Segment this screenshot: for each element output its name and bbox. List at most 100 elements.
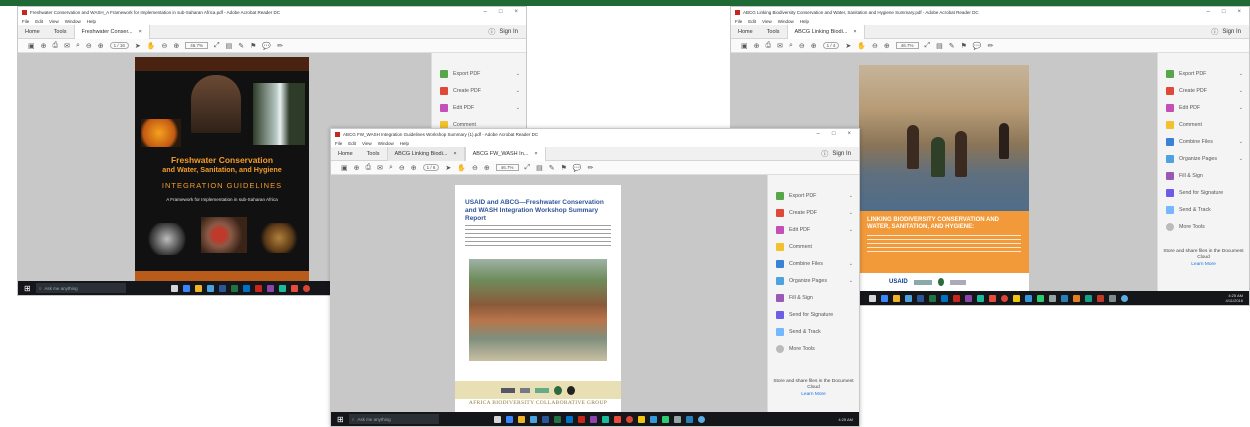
comment-icon[interactable]: 💬 <box>973 42 982 50</box>
outlook-icon[interactable] <box>940 294 948 302</box>
taskbar-search-box[interactable]: ○ Ask me anything <box>348 414 439 424</box>
app-icon[interactable] <box>613 415 621 423</box>
email-icon[interactable]: ✉ <box>377 164 383 172</box>
pane-send-track[interactable]: Send & Track <box>768 323 859 340</box>
stamp-icon[interactable]: ⚑ <box>961 42 967 50</box>
tab-tools[interactable]: Tools <box>47 25 74 39</box>
stamp-icon[interactable]: ⚑ <box>561 164 567 172</box>
pane-fill-sign[interactable]: Fill & Sign <box>1158 167 1249 184</box>
learn-more-link[interactable]: Learn More <box>768 392 859 398</box>
hand-tool-icon[interactable]: ✋ <box>857 42 866 50</box>
excel-icon[interactable] <box>928 294 936 302</box>
app-icon[interactable] <box>1084 294 1092 302</box>
pane-create-pdf[interactable]: Create PDF ⌄ <box>432 82 526 99</box>
page-number-field[interactable]: 1 / 4 <box>822 42 840 49</box>
app-icon[interactable] <box>1096 294 1104 302</box>
menu-view[interactable]: View <box>762 19 772 24</box>
title-bar[interactable]: ABCG Linking Biodiversity Conservation a… <box>731 7 1249 17</box>
help-icon[interactable]: ⓘ <box>1211 27 1218 37</box>
prev-page-icon[interactable]: ⊖ <box>799 42 805 50</box>
help-icon[interactable]: ⓘ <box>488 27 495 37</box>
chevron-down-icon[interactable]: ⌄ <box>849 227 853 233</box>
maximize-icon[interactable]: □ <box>832 131 836 137</box>
pane-create-pdf[interactable]: Create PDF ⌄ <box>1158 82 1249 99</box>
pane-organize-pages[interactable]: Organize Pages ⌄ <box>768 272 859 289</box>
highlight-icon[interactable]: ✏ <box>988 42 994 50</box>
taskbar-search-box[interactable]: ○ Ask me anything <box>35 283 126 293</box>
zoom-out-icon[interactable]: ⊖ <box>472 164 478 172</box>
select-tool-icon[interactable]: ➤ <box>845 42 851 50</box>
learn-more-link[interactable]: Learn More <box>1158 262 1249 268</box>
help-icon[interactable]: ⓘ <box>821 149 828 159</box>
sign-icon[interactable]: ✎ <box>549 164 555 172</box>
windows-start-icon[interactable]: ⊞ <box>24 284 31 293</box>
menu-help[interactable]: Help <box>800 19 809 24</box>
save-icon[interactable]: ▣ <box>741 42 748 50</box>
menu-help[interactable]: Help <box>87 19 96 24</box>
task-view-icon[interactable] <box>493 415 501 423</box>
menu-window[interactable]: Window <box>778 19 794 24</box>
pane-send-for-signature[interactable]: Send for Signature <box>768 306 859 323</box>
chevron-down-icon[interactable]: ⌄ <box>516 88 520 94</box>
page-number-field[interactable]: 1 / 6 <box>422 164 440 171</box>
search-icon[interactable]: ⌕ <box>389 164 393 172</box>
app-icon[interactable] <box>1024 294 1032 302</box>
app-icon[interactable] <box>697 415 705 423</box>
explorer-icon[interactable] <box>194 284 202 292</box>
app-icon[interactable] <box>266 284 274 292</box>
windows-start-icon[interactable]: ⊞ <box>337 415 344 424</box>
chevron-down-icon[interactable]: ⌄ <box>849 278 853 284</box>
email-icon[interactable]: ✉ <box>64 42 70 50</box>
prev-page-icon[interactable]: ⊖ <box>399 164 405 172</box>
app-icon[interactable] <box>673 415 681 423</box>
app-icon[interactable] <box>1036 294 1044 302</box>
sign-icon[interactable]: ✎ <box>238 42 244 50</box>
menu-file[interactable]: File <box>735 19 742 24</box>
print-icon[interactable]: ⎙ <box>366 164 372 172</box>
tab-home[interactable]: Home <box>331 147 360 161</box>
app-icon[interactable] <box>1120 294 1128 302</box>
sign-in-link[interactable]: Sign In <box>499 29 518 35</box>
tab-close-icon[interactable]: × <box>534 151 537 157</box>
sign-in-link[interactable]: Sign In <box>832 151 851 157</box>
store-icon[interactable] <box>529 415 537 423</box>
scroll-mode-icon[interactable]: ▤ <box>936 42 943 50</box>
taskbar-clock[interactable]: 4:25 AM <box>838 417 859 422</box>
tab-home[interactable]: Home <box>18 25 47 39</box>
app-icon[interactable] <box>278 284 286 292</box>
tab-document[interactable]: Freshwater Conser... × <box>73 24 150 39</box>
zoom-in-icon[interactable]: ⊕ <box>884 42 890 50</box>
comment-icon[interactable]: 💬 <box>573 164 582 172</box>
chevron-down-icon[interactable]: ⌄ <box>516 71 520 77</box>
pane-comment[interactable]: Comment <box>1158 116 1249 133</box>
minimize-icon[interactable]: – <box>484 9 487 15</box>
fit-page-icon[interactable]: ⤢ <box>925 42 931 50</box>
search-icon[interactable]: ⌕ <box>789 42 793 50</box>
select-tool-icon[interactable]: ➤ <box>445 164 451 172</box>
scroll-mode-icon[interactable]: ▤ <box>536 164 543 172</box>
edge-icon[interactable] <box>505 415 513 423</box>
sign-in-link[interactable]: Sign In <box>1222 29 1241 35</box>
edge-icon[interactable] <box>182 284 190 292</box>
pane-export-pdf[interactable]: Export PDF ⌄ <box>768 187 859 204</box>
tab-tools[interactable]: Tools <box>760 25 787 39</box>
pane-organize-pages[interactable]: Organize Pages ⌄ <box>1158 150 1249 167</box>
title-bar[interactable]: Freshwater Conservation and WASH_A Frame… <box>18 7 526 17</box>
taskbar-clock[interactable]: 4:25 AM 4/11/2016 <box>1226 293 1250 303</box>
menu-view[interactable]: View <box>49 19 59 24</box>
store-icon[interactable] <box>904 294 912 302</box>
tab-close-icon[interactable]: × <box>853 29 856 35</box>
acrobat-taskbar-icon[interactable] <box>254 284 262 292</box>
maximize-icon[interactable]: □ <box>499 9 503 15</box>
minimize-icon[interactable]: – <box>1207 9 1210 15</box>
explorer-icon[interactable] <box>517 415 525 423</box>
email-icon[interactable]: ✉ <box>777 42 783 50</box>
chevron-down-icon[interactable]: ⌄ <box>1239 139 1243 145</box>
acrobat-window-center[interactable]: ABCG FW_WASH Integration Guidelines Work… <box>330 128 860 427</box>
app-icon[interactable] <box>1108 294 1116 302</box>
app-icon[interactable] <box>1048 294 1056 302</box>
chevron-down-icon[interactable]: ⌄ <box>1239 105 1243 111</box>
hand-tool-icon[interactable]: ✋ <box>457 164 466 172</box>
pane-export-pdf[interactable]: Export PDF ⌄ <box>1158 65 1249 82</box>
upload-icon[interactable]: ⊕ <box>354 164 360 172</box>
